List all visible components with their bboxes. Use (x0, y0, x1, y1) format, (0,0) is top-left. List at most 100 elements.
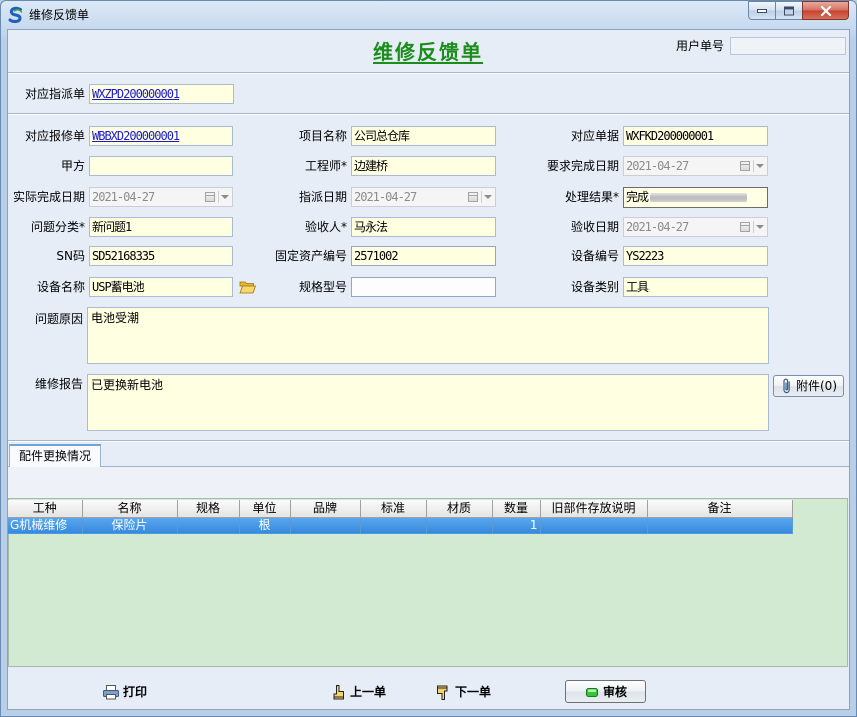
dispatch-label: 对应指派单 (24, 87, 85, 101)
category-label: 问题分类* (30, 220, 85, 234)
parts-table: 工种 名称 规格 单位 品牌 标准 材质 数量 旧部件存放说明 备注 G机械维修… (8, 500, 793, 534)
dispatch-date-value: 2021-04-27 (354, 190, 417, 204)
grid-toolbar (8, 467, 849, 498)
engineer-label: 工程师* (304, 159, 347, 173)
audit-button[interactable]: 审核 (565, 680, 646, 703)
printer-icon (103, 685, 119, 700)
chevron-down-icon[interactable] (753, 221, 764, 233)
minimize-button[interactable] (748, 1, 776, 20)
divider (8, 72, 849, 74)
actual-date-picker[interactable]: 2021-04-27 (89, 187, 233, 207)
asset-no-field[interactable]: 2571002 (351, 246, 496, 266)
repair-order-field[interactable]: WBBXD200000001 (89, 126, 233, 146)
maximize-icon (784, 6, 794, 15)
table-cell[interactable] (177, 517, 240, 534)
device-type-field[interactable]: 工具 (623, 277, 768, 297)
spec-model-field[interactable] (351, 277, 496, 297)
table-cell[interactable] (360, 517, 427, 534)
close-button[interactable] (802, 1, 849, 20)
ref-doc-label: 对应单据 (570, 129, 619, 143)
prev-record-label: 上一单 (350, 685, 387, 699)
chevron-down-icon[interactable] (218, 191, 229, 203)
attachment-button[interactable]: 附件(0) (773, 375, 844, 397)
spec-model-label: 规格型号 (298, 280, 347, 294)
dispatch-date-label: 指派日期 (298, 190, 347, 204)
dispatch-field[interactable]: WXZPD200000001 (89, 84, 234, 104)
chevron-down-icon[interactable] (481, 191, 492, 203)
calendar-icon[interactable] (468, 192, 478, 202)
app-logo-icon (8, 6, 23, 24)
attachment-label: 附件(0) (796, 379, 837, 393)
device-name-label: 设备名称 (36, 280, 85, 294)
accept-date-label: 验收日期 (570, 220, 619, 234)
column-header-quantity[interactable]: 数量 (492, 500, 541, 518)
divider (8, 440, 849, 442)
hand-up-icon (333, 685, 344, 700)
user-no-label: 用户单号 (675, 39, 724, 53)
print-button[interactable]: 打印 (100, 682, 152, 702)
calendar-icon[interactable] (740, 222, 750, 232)
party-a-field[interactable] (89, 156, 233, 176)
ref-doc-field[interactable]: WXFKD200000001 (623, 126, 768, 146)
prev-record-button[interactable]: 上一单 (330, 682, 392, 702)
actual-date-value: 2021-04-27 (92, 190, 155, 204)
column-header-unit[interactable]: 单位 (239, 500, 291, 518)
column-header-spec[interactable]: 规格 (177, 500, 240, 518)
table-header-row: 工种 名称 规格 单位 品牌 标准 材质 数量 旧部件存放说明 备注 (8, 500, 793, 518)
repair-report-textarea[interactable]: 已更换新电池 (87, 374, 769, 431)
calendar-icon[interactable] (205, 192, 215, 202)
table-cell[interactable]: 保险片 (82, 517, 178, 534)
project-name-field[interactable]: 公司总仓库 (351, 126, 496, 146)
engineer-field[interactable]: 边建桥 (351, 156, 496, 176)
table-row[interactable]: G机械维修 保险片 根 1 (8, 517, 793, 534)
audit-label: 审核 (603, 685, 628, 699)
column-header-brand[interactable]: 品牌 (290, 500, 361, 518)
calendar-icon[interactable] (740, 161, 750, 171)
hand-down-icon (437, 685, 448, 700)
window-title: 维修反馈单 (29, 8, 90, 22)
table-cell[interactable] (290, 517, 361, 534)
device-name-field[interactable]: USP蓄电池 (89, 277, 233, 297)
next-record-button[interactable]: 下一单 (434, 682, 496, 702)
dispatch-date-picker[interactable]: 2021-04-27 (351, 187, 496, 207)
title-bar[interactable]: 维修反馈单 (0, 0, 857, 29)
project-name-label: 项目名称 (298, 129, 347, 143)
table-cell[interactable] (426, 517, 493, 534)
required-date-picker[interactable]: 2021-04-27 (623, 156, 768, 176)
table-cell[interactable]: 根 (239, 517, 291, 534)
tab-parts-replacement[interactable]: 配件更换情况 (9, 444, 101, 467)
repair-order-link[interactable]: WBBXD200000001 (92, 129, 180, 143)
column-header-old-part-note[interactable]: 旧部件存放说明 (540, 500, 648, 518)
acceptor-field[interactable]: 马永法 (351, 217, 496, 237)
column-header-remark[interactable]: 备注 (647, 500, 793, 518)
result-label: 处理结果* (564, 190, 619, 204)
result-select[interactable]: 完成 (623, 187, 768, 208)
column-header-material[interactable]: 材质 (426, 500, 493, 518)
dispatch-link[interactable]: WXZPD200000001 (92, 87, 180, 101)
problem-cause-textarea[interactable]: 电池受潮 (87, 307, 769, 364)
asset-no-label: 固定资产编号 (274, 249, 347, 263)
device-type-label: 设备类别 (570, 280, 619, 294)
paperclip-icon (783, 378, 790, 394)
column-header-work-type[interactable]: 工种 (8, 500, 83, 518)
sn-label: SN码 (56, 249, 85, 263)
category-field[interactable]: 新问题1 (89, 217, 233, 237)
table-cell[interactable] (647, 517, 793, 534)
table-cell[interactable]: 1 (492, 517, 541, 534)
column-header-name[interactable]: 名称 (82, 500, 178, 518)
table-cell[interactable] (540, 517, 648, 534)
chevron-down-icon[interactable] (753, 160, 764, 172)
column-header-standard[interactable]: 标准 (360, 500, 427, 518)
required-date-value: 2021-04-27 (626, 159, 689, 173)
table-cell[interactable]: G机械维修 (8, 517, 83, 534)
device-no-field[interactable]: YS2223 (623, 246, 768, 266)
maximize-button[interactable] (775, 1, 803, 20)
sn-field[interactable]: SD52168335 (89, 246, 233, 266)
print-label: 打印 (123, 685, 148, 699)
page-title: 维修反馈单 (373, 40, 483, 64)
required-date-label: 要求完成日期 (546, 159, 619, 173)
accept-date-picker[interactable]: 2021-04-27 (623, 217, 768, 237)
user-no-input[interactable] (730, 37, 846, 55)
divider (8, 113, 849, 115)
party-a-label: 甲方 (60, 159, 85, 173)
